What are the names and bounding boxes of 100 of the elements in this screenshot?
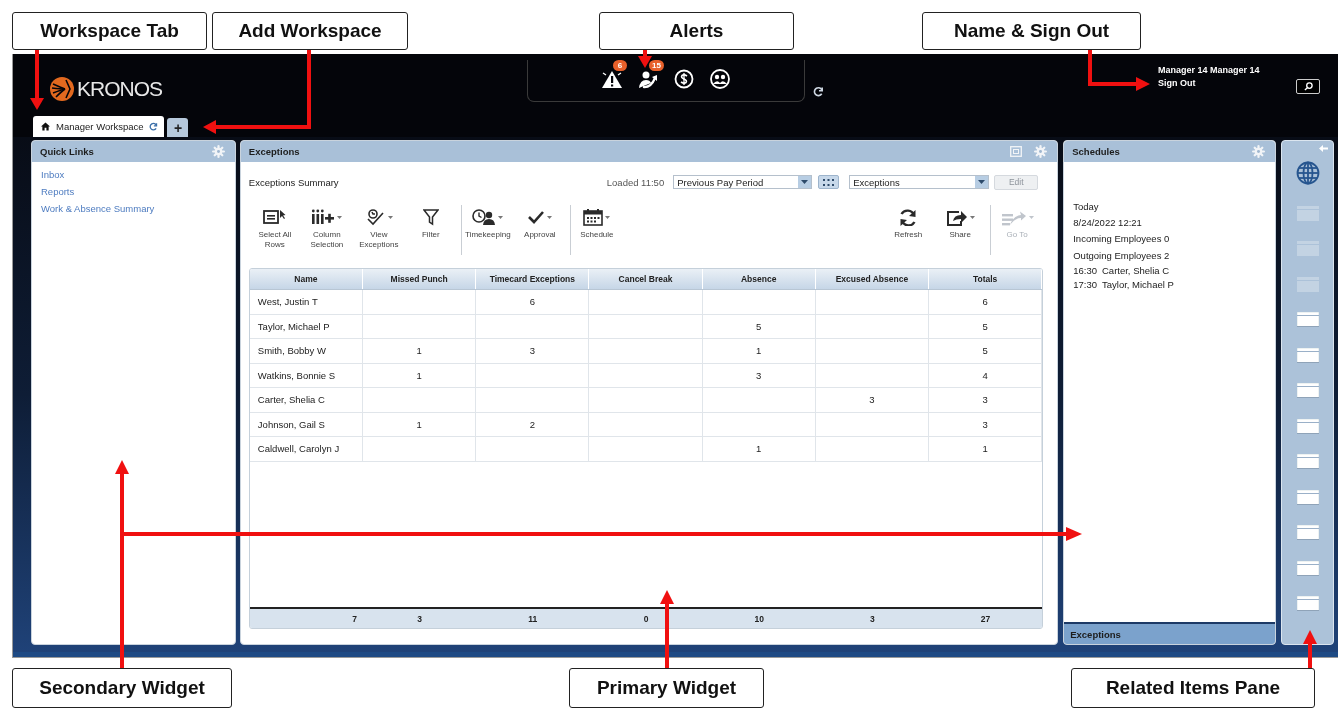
home-icon [41,122,50,131]
back-arrow-icon[interactable] [1319,145,1328,152]
grid-icon [823,178,835,186]
table-cell: West, Justin T [249,290,364,314]
callout-arrow [1303,630,1317,668]
table-cell: Taylor, Michael P [249,314,364,338]
callout-label: Name & Sign Out [922,12,1141,50]
dollar-icon[interactable] [673,68,695,90]
caret-icon [498,215,504,219]
share-icon [945,208,968,226]
calendar-grid-button[interactable] [818,175,840,189]
toolbar-button[interactable]: Column Selection [300,205,353,255]
workspace-tab[interactable]: Manager Workspace [33,116,165,137]
caret-icon [1028,215,1034,219]
panel-icon[interactable] [1296,596,1319,611]
summary-title: Exceptions Summary [248,176,339,188]
toolbar-button[interactable]: Refresh [882,205,935,255]
refresh-icon [898,208,919,226]
caret-icon [388,215,394,219]
globe-icon[interactable] [1295,161,1320,185]
panel-icon[interactable] [1296,560,1319,576]
collapsed-widget-bar[interactable]: Exceptions [1064,622,1276,644]
caret-icon [337,215,343,219]
table-cell: 3 [815,388,929,412]
user-name: Manager 14 Manager 14 [1158,64,1260,77]
total-value: 10 [754,613,764,624]
panel-icon[interactable] [1296,312,1319,327]
table-cell: 1 [363,363,477,387]
schedule-text: Incoming Employees 0 [1073,232,1170,246]
table-cell: 4 [929,363,1043,387]
column-header[interactable]: Name [249,269,364,289]
callout-label: Secondary Widget [12,668,232,708]
gear-icon[interactable] [1034,145,1048,158]
badge-check-icon [364,208,387,226]
column-header[interactable]: Totals [929,269,1043,289]
alert-count-badge: 15 [649,60,664,71]
quick-link[interactable]: Reports [41,183,75,200]
toolbar-button[interactable]: View Exceptions [352,205,405,255]
table-cell: Carter, Shelia C [249,388,364,412]
toolbar-button[interactable]: Schedule [569,205,623,255]
panel-icon[interactable] [1296,383,1319,398]
table-cell: Watkins, Bonnie S [249,363,364,387]
column-header[interactable]: Cancel Break [589,269,703,289]
calendar-icon [583,208,604,226]
table-cell: 6 [929,290,1043,314]
total-value: 3 [417,613,422,624]
table-cell: 1 [702,339,816,363]
panel-icon[interactable] [1296,418,1319,434]
employee-name: Carter, Shelia C [1102,264,1170,278]
select-rows-icon [262,208,287,226]
callout-arrow [30,50,44,110]
quick-link[interactable]: Work & Absence Summary [41,200,155,217]
caret-icon [801,180,809,184]
widget-title: Quick Links [40,146,94,157]
caret-icon [969,215,975,219]
gear-icon[interactable] [1252,145,1266,158]
tab-label: Manager Workspace [56,121,144,132]
total-value: 0 [643,613,649,624]
schedule-text: Today [1073,200,1099,214]
table-cell: 1 [702,437,816,461]
add-workspace-tab[interactable]: + [167,118,189,137]
widget-title: Schedules [1072,146,1120,157]
alert-count-badge: 6 [613,60,627,71]
table-cell: Johnson, Gail S [249,412,364,436]
shift-time: 17:30 [1073,278,1097,292]
table-cell: 5 [929,314,1043,338]
panel-icon[interactable] [1296,525,1319,540]
callout-label: Workspace Tab [12,12,207,50]
column-header[interactable]: Timecard Exceptions [476,269,590,289]
gear-icon[interactable] [211,145,225,158]
column-header[interactable]: Missed Punch [363,269,477,289]
toolbar-button[interactable]: Timekeeping [460,205,514,255]
logo-text: KRONOS [77,77,162,101]
callout-label: Primary Widget [569,668,764,708]
panel-icon[interactable] [1296,454,1319,469]
table-cell: 5 [702,314,816,338]
table-cell: 3 [476,339,590,363]
widget-title: Exceptions [1070,628,1121,640]
filter-icon [422,208,439,226]
pay-period-dropdown[interactable]: Previous Pay Period [673,175,813,189]
table-cell: 1 [363,339,477,363]
maximize-icon[interactable] [1010,146,1023,157]
sign-out-link[interactable]: Sign Out [1158,77,1196,90]
column-header[interactable]: Excused Absence [815,269,929,289]
clock-person-icon [472,208,497,226]
table-cell: Smith, Bobby W [249,339,364,363]
panel-icon[interactable] [1296,489,1319,505]
table-cell: 6 [476,290,590,314]
toolbar-button[interactable]: Filter [404,205,457,255]
toolbar-button[interactable]: Share [934,205,987,255]
toolbar-button[interactable]: Select All Rows [248,205,301,255]
column-header[interactable]: Absence [702,269,816,289]
toolbar-button[interactable]: Approval [513,205,566,255]
shift-time: 16:30 [1073,264,1097,278]
callout-label: Related Items Pane [1071,668,1315,708]
quick-link[interactable]: Inbox [41,166,65,183]
search-button[interactable] [1296,79,1320,94]
callout-label: Add Workspace [212,12,408,50]
view-dropdown[interactable]: Exceptions [849,175,990,189]
panel-icon[interactable] [1296,347,1319,363]
